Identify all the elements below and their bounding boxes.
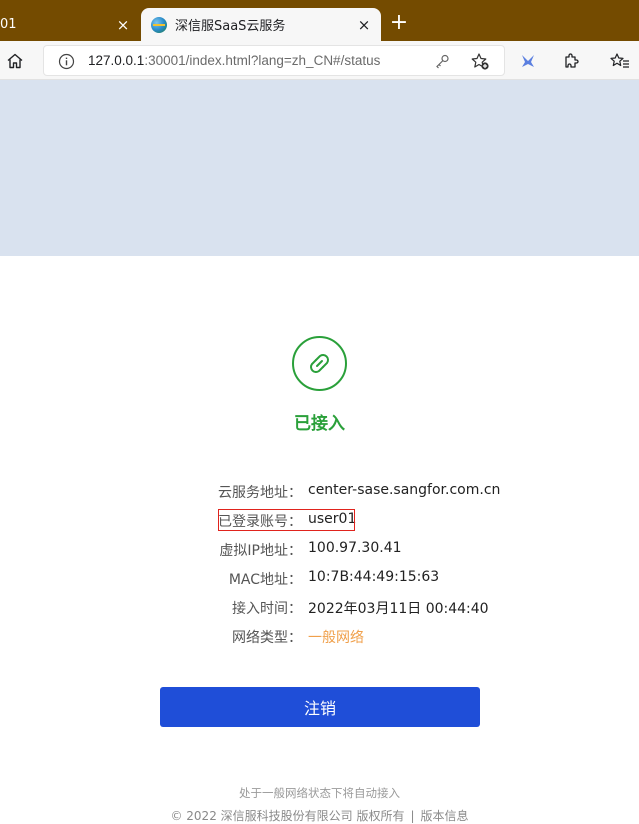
footer-copyright-line: © 2022 深信服科技股份有限公司 版权所有 | 版本信息: [0, 807, 639, 824]
info-value: 10:7B:44:49:15:63: [308, 569, 440, 585]
tab-title: 01: [0, 17, 17, 32]
version-info-link[interactable]: 版本信息: [421, 809, 469, 823]
close-icon[interactable]: ×: [112, 14, 134, 36]
add-favorite-icon[interactable]: [468, 49, 492, 73]
browser-tab-inactive[interactable]: 01 ×: [0, 8, 140, 41]
info-label: 虚拟IP地址：: [219, 543, 302, 559]
info-icon[interactable]: [54, 49, 78, 73]
browser-tab-strip: 01 × 深信服SaaS云服务 × +: [0, 0, 639, 41]
tab-title: 深信服SaaS云服务: [175, 19, 286, 34]
home-icon[interactable]: [2, 48, 28, 74]
info-value: center-sase.sangfor.com.cn: [308, 482, 501, 498]
extension-bird-icon[interactable]: [515, 48, 541, 74]
info-row-virtual-ip: 虚拟IP地址： 100.97.30.41: [0, 540, 639, 562]
footer-separator: |: [410, 809, 415, 823]
url-text[interactable]: 127.0.0.1:30001/index.html?lang=zh_CN#/s…: [88, 53, 380, 68]
account-highlight-box: [218, 509, 355, 531]
extensions-icon[interactable]: [558, 48, 584, 74]
browser-toolbar: 127.0.0.1:30001/index.html?lang=zh_CN#/s…: [0, 41, 639, 80]
info-value: 100.97.30.41: [308, 540, 402, 556]
favorites-icon[interactable]: [607, 48, 633, 74]
link-icon: [291, 335, 348, 392]
close-icon[interactable]: ×: [353, 14, 375, 36]
network-type-value: 一般网络: [308, 630, 364, 646]
browser-tab-active[interactable]: 深信服SaaS云服务 ×: [141, 8, 381, 41]
info-row-connect-time: 接入时间： 2022年03月11日 00:44:40: [0, 598, 639, 620]
info-label: 接入时间：: [232, 601, 302, 617]
logout-button[interactable]: 注销: [160, 687, 480, 727]
auto-connect-notice: 处于一般网络状态下将自动接入: [239, 786, 400, 800]
info-label: 云服务地址：: [218, 485, 302, 501]
info-row-network-type: 网络类型： 一般网络: [0, 627, 639, 649]
info-value: 2022年03月11日 00:44:40: [308, 601, 489, 617]
url-host: 127.0.0.1: [88, 53, 145, 68]
info-row-mac-address: MAC地址： 10:7B:44:49:15:63: [0, 569, 639, 591]
new-tab-button[interactable]: +: [386, 10, 412, 36]
url-path: :30001/index.html?lang=zh_CN#/status: [144, 53, 381, 68]
connection-status-label: 已接入: [294, 414, 345, 434]
key-icon[interactable]: [430, 49, 454, 73]
address-bar[interactable]: 127.0.0.1:30001/index.html?lang=zh_CN#/s…: [43, 45, 505, 76]
sangfor-favicon-icon: [151, 16, 167, 33]
copyright-text: © 2022 深信服科技股份有限公司 版权所有: [170, 809, 405, 823]
header-banner: [0, 80, 639, 256]
info-label: 网络类型：: [232, 630, 302, 646]
info-row-cloud-address: 云服务地址： center-sase.sangfor.com.cn: [0, 482, 639, 504]
info-label: MAC地址：: [228, 572, 302, 588]
